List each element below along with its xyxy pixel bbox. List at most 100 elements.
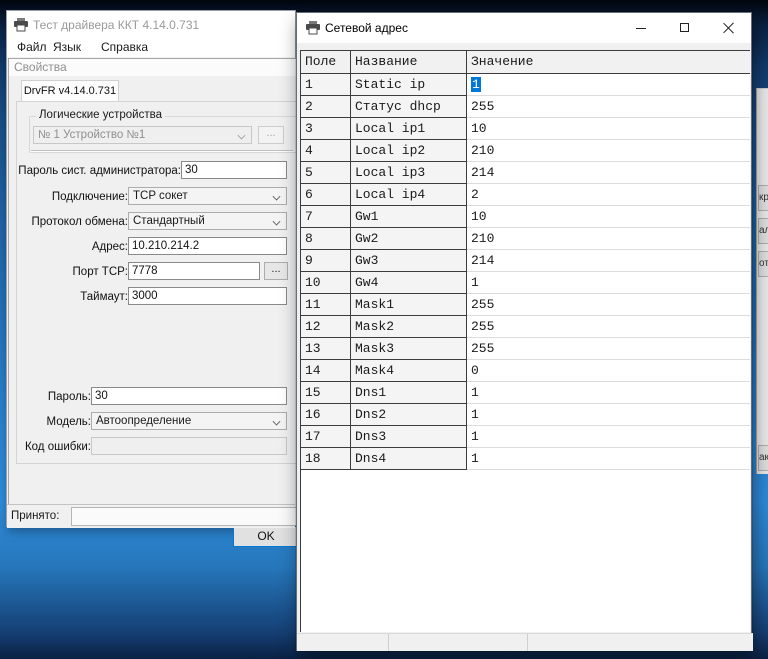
background-button-fragment[interactable]: кры: [758, 185, 768, 211]
field-number-cell[interactable]: 15: [301, 382, 351, 404]
background-button-fragment[interactable]: акр: [758, 445, 768, 471]
main-status-bar: Принято:: [7, 504, 295, 528]
table-row[interactable]: 13Mask3255: [301, 338, 750, 360]
field-value-cell[interactable]: 1: [467, 448, 750, 470]
field-number-cell[interactable]: 18: [301, 448, 351, 470]
table-row[interactable]: 4Local ip2210: [301, 140, 750, 162]
field-name-cell[interactable]: Gw2: [351, 228, 467, 250]
background-button-fragment[interactable]: от/: [758, 251, 768, 277]
field-name-cell[interactable]: Mask4: [351, 360, 467, 382]
field-name-cell[interactable]: Local ip4: [351, 184, 467, 206]
close-button[interactable]: [707, 13, 751, 43]
field-number-cell[interactable]: 2: [301, 96, 351, 118]
timeout-input[interactable]: [128, 287, 287, 305]
device-browse-button[interactable]: ...: [258, 126, 284, 144]
field-value-cell[interactable]: 1: [467, 74, 750, 96]
field-value-cell[interactable]: 10: [467, 118, 750, 140]
table-row[interactable]: 5Local ip3214: [301, 162, 750, 184]
close-icon: [723, 22, 735, 34]
table-row[interactable]: 17Dns31: [301, 426, 750, 448]
field-value-cell[interactable]: 1: [467, 272, 750, 294]
field-number-cell[interactable]: 1: [301, 74, 351, 96]
field-value-cell[interactable]: 255: [467, 96, 750, 118]
protocol-select[interactable]: Стандартный: [128, 212, 287, 230]
field-name-cell[interactable]: Gw1: [351, 206, 467, 228]
tcp-port-input[interactable]: [128, 262, 260, 280]
field-number-cell[interactable]: 12: [301, 316, 351, 338]
field-name-cell[interactable]: Dns4: [351, 448, 467, 470]
field-value-cell[interactable]: 214: [467, 162, 750, 184]
connection-select[interactable]: TCP сокет: [128, 187, 287, 205]
table-row[interactable]: 1Static ip1: [301, 74, 750, 96]
field-value-cell[interactable]: 210: [467, 140, 750, 162]
field-value-cell[interactable]: 1: [467, 404, 750, 426]
field-value-cell[interactable]: 255: [467, 338, 750, 360]
table-row[interactable]: 11Mask1255: [301, 294, 750, 316]
field-name-cell[interactable]: Dns2: [351, 404, 467, 426]
table-row[interactable]: 10Gw41: [301, 272, 750, 294]
error-code-label: Код ошибки:: [25, 441, 91, 453]
table-row[interactable]: 18Dns41: [301, 448, 750, 470]
field-value-cell[interactable]: 0: [467, 360, 750, 382]
table-row[interactable]: 8Gw2210: [301, 228, 750, 250]
table-row[interactable]: 7Gw110: [301, 206, 750, 228]
field-name-cell[interactable]: Статус dhcp: [351, 96, 467, 118]
field-number-cell[interactable]: 14: [301, 360, 351, 382]
field-value-cell[interactable]: 214: [467, 250, 750, 272]
maximize-button[interactable]: [663, 13, 707, 43]
table-row[interactable]: 2Статус dhcp255: [301, 96, 750, 118]
field-name-cell[interactable]: Mask1: [351, 294, 467, 316]
field-number-cell[interactable]: 17: [301, 426, 351, 448]
table-row[interactable]: 12Mask2255: [301, 316, 750, 338]
menu-help[interactable]: Справка: [99, 39, 150, 57]
table-row[interactable]: 15Dns11: [301, 382, 750, 404]
field-name-cell[interactable]: Local ip2: [351, 140, 467, 162]
ok-button[interactable]: OK: [233, 526, 299, 547]
table-row[interactable]: 16Dns21: [301, 404, 750, 426]
table-row[interactable]: 14Mask40: [301, 360, 750, 382]
field-number-cell[interactable]: 4: [301, 140, 351, 162]
field-name-cell[interactable]: Mask3: [351, 338, 467, 360]
printer-icon: [13, 18, 29, 32]
field-name-cell[interactable]: Dns1: [351, 382, 467, 404]
table-row[interactable]: 9Gw3214: [301, 250, 750, 272]
field-number-cell[interactable]: 11: [301, 294, 351, 316]
field-number-cell[interactable]: 3: [301, 118, 351, 140]
field-name-cell[interactable]: Local ip3: [351, 162, 467, 184]
field-value-cell[interactable]: 255: [467, 294, 750, 316]
field-value-cell[interactable]: 2: [467, 184, 750, 206]
field-name-cell[interactable]: Gw4: [351, 272, 467, 294]
field-name-cell[interactable]: Gw3: [351, 250, 467, 272]
field-number-cell[interactable]: 8: [301, 228, 351, 250]
field-number-cell[interactable]: 16: [301, 404, 351, 426]
field-name-cell[interactable]: Static ip: [351, 74, 467, 96]
field-number-cell[interactable]: 7: [301, 206, 351, 228]
menu-language[interactable]: Язык: [51, 39, 83, 57]
password-input[interactable]: [91, 387, 287, 405]
field-number-cell[interactable]: 6: [301, 184, 351, 206]
model-select[interactable]: Автоопределение: [91, 412, 287, 430]
admin-password-input[interactable]: [181, 161, 287, 179]
address-input[interactable]: [128, 237, 287, 255]
field-value-cell[interactable]: 1: [467, 382, 750, 404]
background-button-fragment[interactable]: али: [758, 218, 768, 244]
field-value-cell[interactable]: 10: [467, 206, 750, 228]
tab-drvfr[interactable]: DrvFR v4.14.0.731: [21, 80, 119, 102]
field-value-cell[interactable]: 210: [467, 228, 750, 250]
field-number-cell[interactable]: 9: [301, 250, 351, 272]
field-name-cell[interactable]: Local ip1: [351, 118, 467, 140]
minimize-button[interactable]: [619, 13, 663, 43]
device-select[interactable]: № 1 Устройство №1: [33, 126, 252, 144]
table-row[interactable]: 3Local ip110: [301, 118, 750, 140]
field-number-cell[interactable]: 13: [301, 338, 351, 360]
menu-file[interactable]: Файл: [15, 39, 49, 57]
field-number-cell[interactable]: 10: [301, 272, 351, 294]
window-controls: [619, 13, 751, 43]
field-value-cell[interactable]: 1: [467, 426, 750, 448]
field-number-cell[interactable]: 5: [301, 162, 351, 184]
field-name-cell[interactable]: Dns3: [351, 426, 467, 448]
tcp-port-browse-button[interactable]: ...: [264, 262, 288, 280]
field-name-cell[interactable]: Mask2: [351, 316, 467, 338]
table-row[interactable]: 6Local ip42: [301, 184, 750, 206]
field-value-cell[interactable]: 255: [467, 316, 750, 338]
